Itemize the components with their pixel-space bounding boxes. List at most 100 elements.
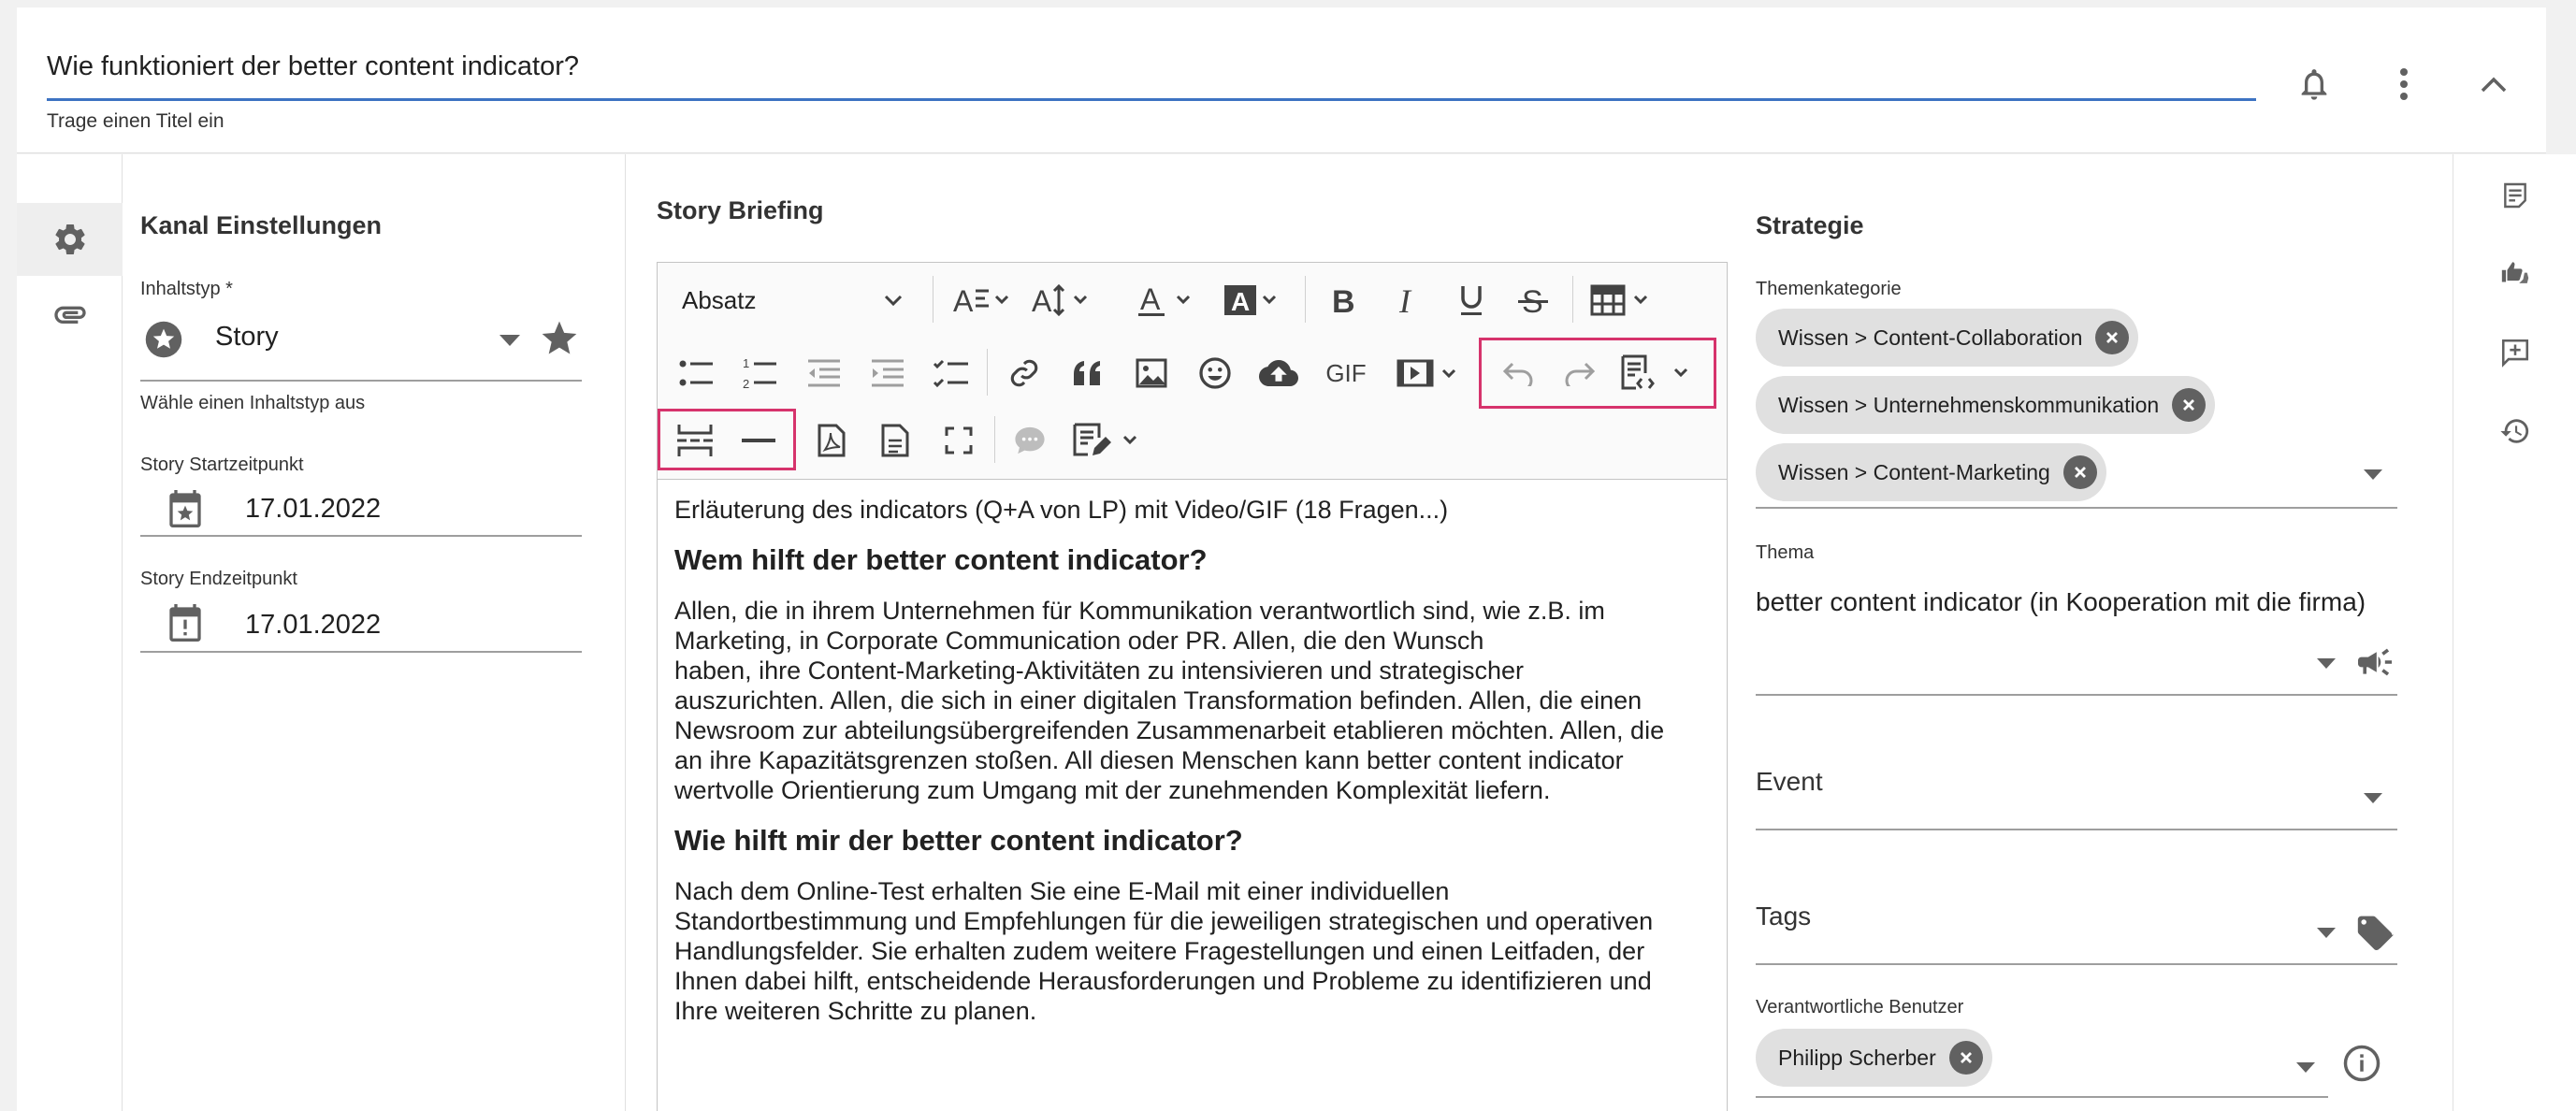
todo-list-button[interactable] [921, 345, 981, 401]
end-date-label: Story Endzeitpunkt [140, 569, 297, 589]
title-hint: Trage einen Titel ein [47, 110, 224, 132]
track-changes-button[interactable] [1065, 412, 1153, 469]
story-briefing-title: Story Briefing [657, 196, 824, 224]
checklist-icon[interactable] [2489, 169, 2541, 222]
comment-button[interactable] [1000, 412, 1060, 469]
paragraph-style-dropdown[interactable]: Absatz [667, 272, 918, 328]
dropdown-arrow-icon [2317, 928, 2336, 938]
page-break-button[interactable] [665, 412, 725, 469]
outdent-button[interactable] [794, 345, 854, 401]
undo-icon [1502, 362, 1533, 386]
export-word-button[interactable] [865, 412, 925, 469]
strikethrough-button[interactable]: S [1503, 272, 1563, 328]
remove-chip-icon[interactable] [2095, 321, 2130, 354]
background-color-button[interactable]: A [1217, 272, 1288, 328]
indent-icon [872, 359, 904, 387]
start-date-underline [140, 535, 582, 537]
gear-icon [54, 224, 85, 254]
content-type-select[interactable]: Story [140, 318, 582, 383]
story-title-input[interactable] [47, 45, 2256, 101]
category-chip: Wissen > Content-Marketing [1756, 443, 2106, 501]
info-icon[interactable] [2342, 1044, 2381, 1083]
upload-button[interactable] [1249, 345, 1309, 401]
link-icon [1010, 359, 1038, 387]
link-button[interactable] [994, 345, 1054, 401]
svg-text:A: A [953, 284, 974, 318]
italic-icon: I [1398, 284, 1412, 316]
outdent-icon [808, 359, 840, 387]
event-label: Event [1756, 767, 1823, 796]
end-date-value: 17.01.2022 [245, 610, 382, 640]
remove-chip-icon[interactable] [2172, 388, 2207, 422]
source-code-icon [1621, 354, 1688, 390]
fullscreen-icon [945, 426, 973, 454]
thumbs-icon[interactable] [2489, 248, 2541, 300]
gif-label: GIF [1325, 358, 1367, 387]
right-tab-strip [2453, 154, 2576, 1111]
start-date-field[interactable]: 17.01.2022 [140, 484, 582, 537]
event-select[interactable]: Event [1756, 763, 2397, 830]
svg-text:A: A [1140, 282, 1161, 316]
table-button[interactable] [1584, 272, 1662, 328]
remove-chip-icon[interactable] [1948, 1041, 1983, 1075]
indent-button[interactable] [858, 345, 918, 401]
underline-icon [1461, 286, 1482, 315]
remove-chip-icon[interactable] [2062, 455, 2097, 489]
comment-icon [1015, 426, 1045, 454]
undo-button[interactable] [1490, 345, 1546, 401]
horizontal-line-button[interactable] [729, 412, 789, 469]
category-select[interactable]: Wissen > Content-Collaboration Wissen > … [1756, 307, 2397, 509]
italic-button[interactable]: I [1378, 272, 1438, 328]
category-chip: Wissen > Content-Collaboration [1756, 309, 2139, 367]
font-family-button[interactable]: A [946, 272, 1017, 328]
gif-button[interactable]: GIF [1312, 345, 1380, 401]
add-comment-icon[interactable] [2489, 326, 2541, 379]
svg-text:2: 2 [743, 377, 749, 390]
bullet-list-button[interactable] [667, 345, 727, 401]
history-icon[interactable] [2489, 405, 2541, 457]
calendar-alert-icon [169, 604, 201, 642]
media-embed-button[interactable] [1391, 345, 1469, 401]
editor-content[interactable]: Erläuterung des indicators (Q+A von LP) … [674, 495, 1713, 1026]
star-circle-icon [145, 321, 182, 358]
end-date-field[interactable]: 17.01.2022 [140, 599, 582, 653]
chevron-up-icon[interactable] [2466, 56, 2522, 112]
bold-button[interactable]: B [1314, 272, 1374, 328]
story-header: Trage einen Titel ein [17, 7, 2546, 153]
favorite-star-icon [542, 321, 577, 354]
content-type-hint: Wähle einen Inhaltstyp aus [140, 393, 366, 413]
campaign-megaphone-icon [2358, 648, 2392, 676]
document-icon [881, 424, 909, 457]
emoji-button[interactable] [1185, 345, 1245, 401]
tags-select[interactable]: Tags [1756, 898, 2397, 965]
settings-tab[interactable] [17, 203, 123, 276]
underline-button[interactable] [1441, 272, 1501, 328]
table-icon [1590, 284, 1648, 316]
image-button[interactable] [1122, 345, 1181, 401]
source-editing-button[interactable] [1612, 345, 1705, 401]
quote-icon [1074, 361, 1100, 385]
fullscreen-button[interactable] [929, 412, 989, 469]
attachment-tab[interactable] [17, 278, 123, 351]
emoji-icon [1199, 357, 1231, 389]
more-vert-icon[interactable] [2376, 56, 2432, 112]
category-label: Themenkategorie [1756, 279, 1902, 299]
strikethrough-icon: S [1518, 284, 1548, 317]
topic-select[interactable]: better content indicator (in Kooperation… [1756, 585, 2397, 696]
redo-button[interactable] [1552, 345, 1608, 401]
font-size-button[interactable]: A [1024, 272, 1095, 328]
font-family-icon: A [953, 284, 1009, 318]
content-heading-2: Wie hilft mir der better content indicat… [674, 824, 1243, 857]
tags-label: Tags [1756, 902, 1812, 931]
start-date-value: 17.01.2022 [245, 494, 382, 524]
tags-underline [1756, 963, 2397, 965]
redo-icon [1565, 362, 1596, 386]
numbered-list-button[interactable]: 12 [731, 345, 790, 401]
bell-icon[interactable] [2286, 56, 2342, 112]
blockquote-button[interactable] [1058, 345, 1118, 401]
users-select[interactable]: Philipp Scherber [1756, 1029, 2328, 1100]
font-color-icon: A [1138, 282, 1191, 316]
rich-text-editor: Absatz A A A A B I S 1 2 GIF Erläuterung… [657, 262, 1728, 1111]
export-pdf-button[interactable] [802, 412, 861, 469]
font-color-button[interactable]: A [1131, 272, 1202, 328]
